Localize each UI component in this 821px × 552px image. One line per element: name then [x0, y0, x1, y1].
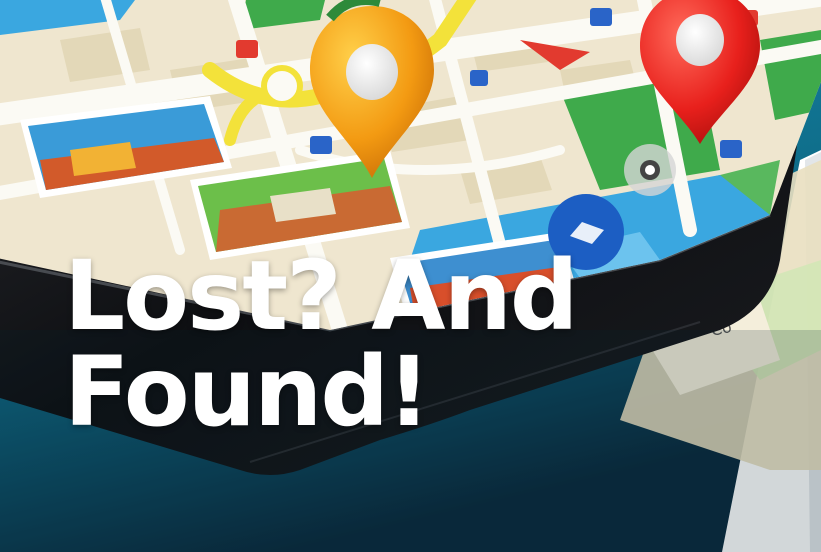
headline-line-2: Found!	[64, 336, 431, 448]
headline-line-1: Lost? And	[64, 240, 579, 352]
promo-banner[interactable]: Co	[0, 0, 821, 552]
headline: Lost? And Found!	[64, 240, 579, 448]
